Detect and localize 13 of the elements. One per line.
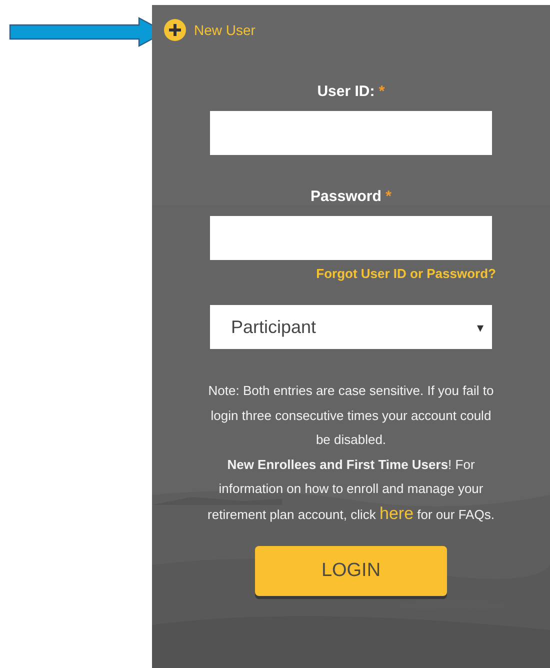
field-label: User ID: * [317, 83, 385, 100]
enrollee-note: New Enrollees and First Time Users! For information on how to enroll and manage your retirement plan account, click here for our FAQs. [206, 456, 496, 524]
login-button[interactable]: LOGIN [255, 546, 447, 596]
new-user-label: New User [194, 22, 256, 38]
text-field[interactable] [210, 216, 492, 260]
plus-icon [164, 19, 186, 41]
forgot-link[interactable]: Forgot User ID or Password? [316, 266, 496, 281]
faq-link[interactable]: here [380, 504, 414, 522]
role-dropdown[interactable]: Participant ▾ [210, 305, 492, 349]
new-user-link[interactable]: New User [164, 19, 256, 41]
field-label: Password * [310, 188, 392, 205]
note-text: Note: Both entries are case sensitive. If you fail to login three consecutive times your account could be disabled. [207, 382, 495, 449]
text-field[interactable] [210, 111, 492, 155]
